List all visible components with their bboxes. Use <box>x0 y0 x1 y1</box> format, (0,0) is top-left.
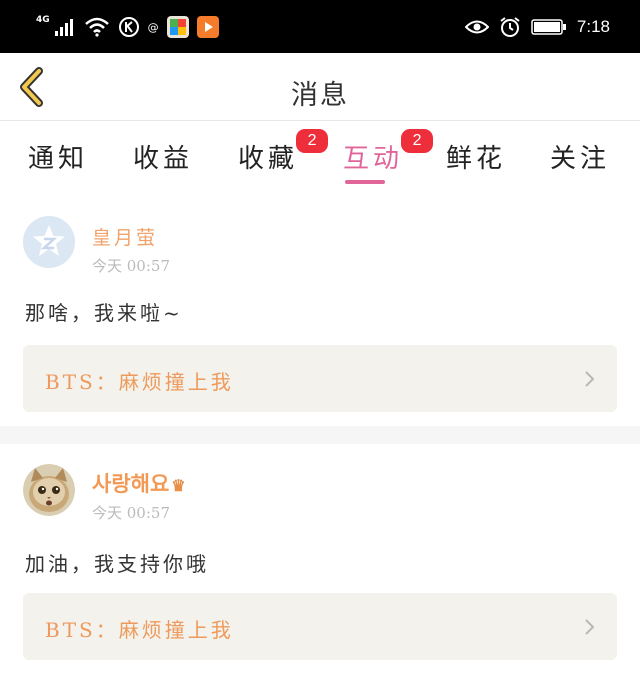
referenced-work-title: BTS：麻烦撞上我 <box>45 370 234 394</box>
message-item: 皇月萤 今天 00:57 那啥，我来啦~ BTS：麻烦撞上我 <box>0 201 640 426</box>
username[interactable]: 皇月萤 <box>92 223 158 250</box>
network-label: 4G <box>36 15 50 25</box>
qq-default-avatar-icon <box>23 216 75 268</box>
wifi-icon <box>84 17 109 37</box>
tab-bar: 通知 收益 收藏 2 互动 2 鲜花 关注 <box>0 122 640 200</box>
crown-icon: ♛ <box>171 478 186 495</box>
unread-badge: 2 <box>296 129 329 153</box>
chevron-right-icon <box>585 371 595 387</box>
status-left: 4G @ <box>36 14 219 40</box>
k-circle-icon <box>118 17 139 37</box>
tab-interactions[interactable]: 互动 2 <box>343 129 434 190</box>
chevron-right-icon <box>585 619 595 635</box>
username-text: 사랑해요 <box>92 473 170 496</box>
referenced-work-link[interactable]: BTS：麻烦撞上我 <box>23 593 617 660</box>
battery-icon <box>531 19 566 35</box>
avatar[interactable] <box>23 464 75 516</box>
status-time: 7:18 <box>576 17 610 36</box>
kitten-avatar-icon <box>23 464 75 516</box>
status-right: 7:18 <box>464 14 610 40</box>
tab-label: 互动 <box>343 144 404 174</box>
status-bar: 4G @ 7:18 <box>0 0 640 53</box>
header: 消息 <box>0 53 640 121</box>
referenced-work-link[interactable]: BTS：麻烦撞上我 <box>23 345 617 412</box>
eye-icon <box>464 20 489 34</box>
alarm-icon <box>500 17 520 37</box>
message-item: 사랑해요 ♛ 今天 00:57 加油，我支持你哦 BTS：麻烦撞上我 <box>0 444 640 692</box>
tab-notifications[interactable]: 通知 <box>28 138 88 190</box>
active-tab-indicator <box>345 180 385 184</box>
avatar[interactable] <box>23 216 75 268</box>
tab-flowers[interactable]: 鲜花 <box>446 138 506 190</box>
signal-icon <box>54 19 73 36</box>
tab-label: 关注 <box>550 144 611 174</box>
referenced-work-title: BTS：麻烦撞上我 <box>45 618 234 642</box>
timestamp: 今天 00:57 <box>92 257 170 275</box>
tab-label: 通知 <box>28 144 89 174</box>
tab-earnings[interactable]: 收益 <box>133 138 193 190</box>
tab-favorites[interactable]: 收藏 2 <box>238 129 329 190</box>
tab-label: 收益 <box>133 144 194 174</box>
timestamp: 今天 00:57 <box>92 504 170 522</box>
section-divider <box>0 426 640 444</box>
message-content: 加油，我支持你哦 <box>25 552 209 576</box>
at-icon: @ <box>147 20 159 34</box>
unread-badge: 2 <box>401 129 434 153</box>
tab-following[interactable]: 关注 <box>550 138 610 190</box>
tab-label: 鲜花 <box>446 144 507 174</box>
message-content: 那啥，我来啦~ <box>25 301 183 325</box>
page-title: 消息 <box>291 80 349 111</box>
tab-label: 收藏 <box>238 144 299 174</box>
photos-app-icon <box>166 16 189 38</box>
username[interactable]: 사랑해요 ♛ <box>92 468 186 498</box>
video-app-icon <box>196 16 219 38</box>
